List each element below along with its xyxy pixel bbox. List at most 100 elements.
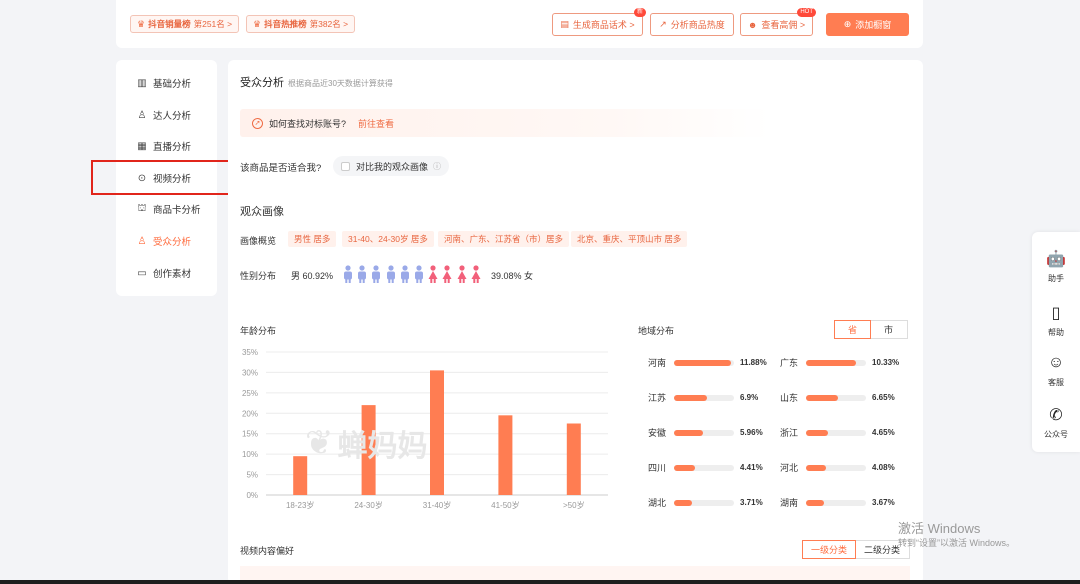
- folder-icon: ▭: [137, 267, 147, 279]
- headset-icon: ☺: [1047, 354, 1065, 371]
- watermark: ❦ 蝉妈妈: [305, 424, 428, 463]
- help-button[interactable]: ▯ 帮助: [1032, 302, 1080, 338]
- female-person-icon: [471, 265, 481, 283]
- male-person-icon: [344, 265, 352, 283]
- region-value: 6.65%: [872, 393, 895, 402]
- region-bar-track: [806, 394, 866, 401]
- region-name: 河北: [780, 463, 799, 473]
- y-tick-label: 25%: [242, 389, 258, 398]
- brand-logo-icon: ❦: [305, 424, 334, 462]
- crown-icon: ♛: [137, 18, 146, 29]
- view-commission-button[interactable]: ☻ 查看高佣 > HOT: [740, 8, 816, 36]
- robot-icon: 🤖: [1046, 251, 1066, 268]
- region-bar-track: [674, 499, 734, 506]
- region-name: 江苏: [648, 393, 667, 403]
- region-item: 广东 10.33%: [780, 346, 906, 379]
- x-tick-label: 18-23岁: [286, 500, 314, 510]
- windows-activation-subtitle: 转到“设置”以激活 Windows。: [898, 538, 1016, 548]
- video-pref-title: 视频内容偏好: [240, 546, 295, 556]
- rank-badge-hot[interactable]: ♛ 抖音热推榜 第382名 >: [246, 15, 356, 33]
- overview-label: 画像概览: [240, 236, 277, 246]
- age-bar[interactable]: [430, 370, 444, 495]
- age-bar[interactable]: [566, 423, 581, 496]
- y-tick-label: 0%: [246, 491, 258, 500]
- hot-badge: HOT: [797, 8, 816, 17]
- plus-circle-icon: ⊕: [843, 19, 852, 29]
- region-name: 河南: [648, 358, 667, 368]
- region-name: 浙江: [780, 428, 799, 438]
- region-value: 3.67%: [872, 498, 895, 507]
- add-showcase-button[interactable]: ⊕ 添加橱窗: [826, 13, 909, 36]
- sidebar-item-product-card[interactable]: ⛫ 商品卡分析: [136, 201, 200, 217]
- region-bar-fill: [806, 499, 824, 506]
- assistant-button[interactable]: 🤖 助手: [1032, 248, 1080, 284]
- bag-icon: ⛫: [137, 202, 147, 214]
- region-bar-track: [806, 359, 866, 366]
- taskbar-edge: [0, 580, 1080, 584]
- male-person-icon: [358, 265, 367, 283]
- region-bar-track: [674, 394, 734, 401]
- male-share: 男 60.92%: [291, 271, 334, 281]
- overview-tag: 男性 居多: [288, 231, 337, 247]
- compare-toggle[interactable]: 对比我的观众画像 ⓘ: [333, 156, 450, 176]
- y-tick-label: 20%: [242, 409, 258, 418]
- region-bar-fill: [674, 359, 732, 366]
- hint-link[interactable]: 前往查看: [358, 117, 394, 130]
- analyze-heat-button[interactable]: ↗ 分析商品热度: [650, 13, 734, 36]
- region-value: 10.33%: [872, 358, 900, 367]
- region-tab-switch: 省 市: [834, 320, 908, 339]
- age-bar[interactable]: [498, 415, 513, 495]
- region-value: 6.9%: [740, 393, 759, 402]
- region-value: 4.08%: [872, 463, 895, 472]
- overview-tag: 31-40、24-30岁 居多: [342, 231, 434, 247]
- region-bar-fill: [806, 394, 838, 401]
- x-tick-label: >50岁: [563, 500, 585, 510]
- region-tab-city[interactable]: 市: [870, 321, 907, 338]
- region-name: 广东: [780, 358, 799, 368]
- y-tick-label: 10%: [242, 450, 258, 459]
- region-name: 安徽: [648, 428, 667, 438]
- generate-script-button[interactable]: ▤ 生成商品话术 > 新: [552, 8, 646, 36]
- help-icon[interactable]: ⓘ: [433, 161, 441, 172]
- wechat-button[interactable]: ✆ 公众号: [1032, 404, 1080, 440]
- document-icon: ▤: [560, 19, 569, 29]
- female-person-icon: [442, 265, 452, 283]
- region-bar-fill: [674, 429, 703, 436]
- male-person-icon: [415, 265, 423, 283]
- region-item: 湖南 3.67%: [780, 486, 906, 519]
- region-name: 湖北: [648, 498, 667, 508]
- y-tick-label: 35%: [242, 348, 258, 357]
- region-item: 河北 4.08%: [770, 451, 912, 484]
- rank-badge-sales[interactable]: ♛ 抖音销量榜 第251名 >: [130, 15, 240, 33]
- user-icon: ♙: [137, 109, 147, 121]
- sidebar-item-live[interactable]: ▦ 直播分析: [136, 138, 191, 154]
- region-bar-track: [806, 464, 866, 471]
- overview-tag: 河南、广东、江苏省（市）居多: [438, 231, 570, 247]
- x-tick-label: 41-50岁: [491, 500, 519, 510]
- female-person-icon: [428, 265, 438, 283]
- sidebar-item-audience[interactable]: ♙ 受众分析: [136, 233, 192, 249]
- bar-chart-icon: ▥: [137, 77, 147, 89]
- sidebar-item-influencer[interactable]: ♙ 达人分析: [136, 107, 192, 123]
- region-item: 江苏 6.9%: [638, 381, 780, 414]
- region-title: 地域分布: [638, 326, 675, 336]
- video-tab-level1[interactable]: 一级分类: [802, 540, 856, 559]
- y-tick-label: 30%: [242, 368, 258, 377]
- new-badge: 新: [633, 8, 646, 17]
- age-title: 年龄分布: [240, 326, 277, 336]
- region-bar-track: [674, 464, 734, 471]
- sidebar-item-basic[interactable]: ▥ 基础分析: [136, 75, 191, 91]
- compass-icon: ➚: [252, 117, 263, 129]
- region-tab-province[interactable]: 省: [834, 320, 871, 339]
- region-name: 四川: [648, 463, 667, 473]
- region-bar-fill: [674, 499, 692, 506]
- sidebar-item-materials[interactable]: ▭ 创作素材: [136, 265, 191, 281]
- customer-service-button[interactable]: ☺ 客服: [1032, 352, 1080, 388]
- page-subtitle: 根据商品近30天数据计算获得: [288, 79, 393, 88]
- female-person-icon: [457, 265, 467, 283]
- video-tab-switch: 一级分类 二级分类: [802, 540, 910, 559]
- book-icon: ▯: [1051, 305, 1061, 322]
- region-bar-fill: [674, 464, 696, 471]
- checkbox[interactable]: [341, 161, 350, 171]
- audience-icon: ♙: [137, 235, 147, 247]
